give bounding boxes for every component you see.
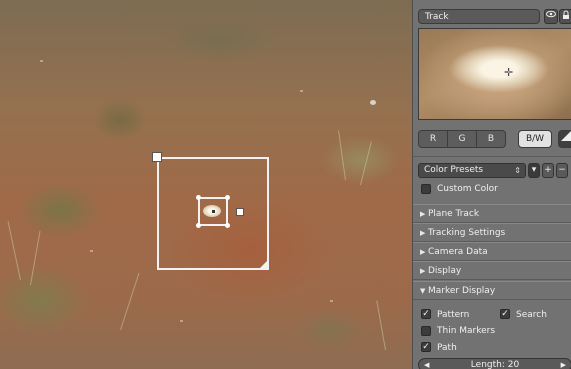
remove-preset-button[interactable]: − <box>556 163 568 178</box>
channel-b-button[interactable]: B <box>476 130 506 148</box>
terrain-detail <box>376 300 386 351</box>
thin-markers-checkbox[interactable] <box>421 326 431 336</box>
triangle-right-icon: ▶ <box>420 210 426 218</box>
arrow-right-icon[interactable]: ▶ <box>561 359 566 369</box>
track-properties-panel: Track ✛ R G B B/W Color Presets ⇕ ▾ + − … <box>412 0 571 369</box>
terrain-detail <box>370 100 376 105</box>
terrain-detail <box>90 250 93 252</box>
pattern-corner-handle[interactable] <box>225 195 230 200</box>
pattern-label: Pattern <box>437 310 470 320</box>
search-label: Search <box>516 310 547 320</box>
marker-preview[interactable]: ✛ <box>418 28 571 120</box>
pattern-corner-handle[interactable] <box>225 223 230 228</box>
search-area-move-handle[interactable] <box>152 152 162 162</box>
terrain-detail <box>300 90 303 92</box>
channel-toggle-row: R G B B/W <box>418 130 571 148</box>
chevron-updown-icon: ⇕ <box>514 166 521 175</box>
channel-r-button[interactable]: R <box>418 130 448 148</box>
pattern-offset-handle[interactable] <box>236 208 244 216</box>
section-marker-display[interactable]: ▼ Marker Display <box>413 281 571 300</box>
eye-icon[interactable] <box>544 9 558 24</box>
thin-markers-label: Thin Markers <box>437 326 496 336</box>
path-checkbox[interactable]: ✓ <box>421 342 431 352</box>
arrow-left-icon[interactable]: ◀ <box>424 359 429 369</box>
section-camera-data[interactable]: ▶ Camera Data <box>413 242 571 261</box>
triangle-right-icon: ▶ <box>420 267 426 275</box>
path-label: Path <box>437 343 457 353</box>
marker-center-point[interactable] <box>212 210 215 213</box>
clip-viewport[interactable] <box>0 0 412 369</box>
terrain-detail <box>30 230 41 286</box>
pattern-corner-handle[interactable] <box>196 195 201 200</box>
search-checkbox[interactable]: ✓ <box>500 309 510 319</box>
divider <box>413 156 571 157</box>
terrain-detail <box>180 320 183 322</box>
channel-bw-button[interactable]: B/W <box>518 130 552 148</box>
section-plane-track[interactable]: ▶ Plane Track <box>413 204 571 223</box>
color-presets-menu[interactable]: Color Presets ⇕ <box>418 163 526 178</box>
terrain-detail <box>330 300 333 302</box>
path-length-field[interactable]: ◀ Length: 20 ▶ <box>418 358 571 369</box>
terrain-detail <box>120 272 140 331</box>
color-presets-label: Color Presets <box>424 165 484 175</box>
triangle-down-icon: ▼ <box>420 287 426 295</box>
custom-color-label: Custom Color <box>437 184 498 194</box>
section-display[interactable]: ▶ Display <box>413 261 571 280</box>
pattern-corner-handle[interactable] <box>196 223 201 228</box>
terrain-detail <box>40 60 43 62</box>
pattern-checkbox[interactable]: ✓ <box>421 309 431 319</box>
terrain-detail <box>360 141 372 186</box>
section-label: Marker Display <box>428 286 496 296</box>
section-label: Display <box>428 266 462 276</box>
grayscale-preview-toggle[interactable] <box>558 130 571 148</box>
track-name-field[interactable]: Track <box>418 9 540 24</box>
triangle-right-icon: ▶ <box>420 248 426 256</box>
track-header: Track <box>418 6 571 26</box>
section-label: Plane Track <box>428 209 480 219</box>
section-tracking-settings[interactable]: ▶ Tracking Settings <box>413 223 571 242</box>
add-preset-button[interactable]: + <box>542 163 554 178</box>
section-label: Camera Data <box>428 247 488 257</box>
chevron-down-icon[interactable]: ▾ <box>528 163 540 178</box>
lock-icon[interactable] <box>559 9 571 24</box>
custom-color-checkbox[interactable] <box>421 184 431 194</box>
search-area-resize-handle[interactable] <box>259 260 268 269</box>
terrain-detail <box>338 130 346 181</box>
crosshair-icon: ✛ <box>504 66 514 79</box>
section-label: Tracking Settings <box>428 228 506 238</box>
terrain-detail <box>7 221 21 281</box>
triangle-right-icon: ▶ <box>420 229 426 237</box>
channel-g-button[interactable]: G <box>447 130 477 148</box>
path-length-value: Length: 20 <box>470 360 520 369</box>
